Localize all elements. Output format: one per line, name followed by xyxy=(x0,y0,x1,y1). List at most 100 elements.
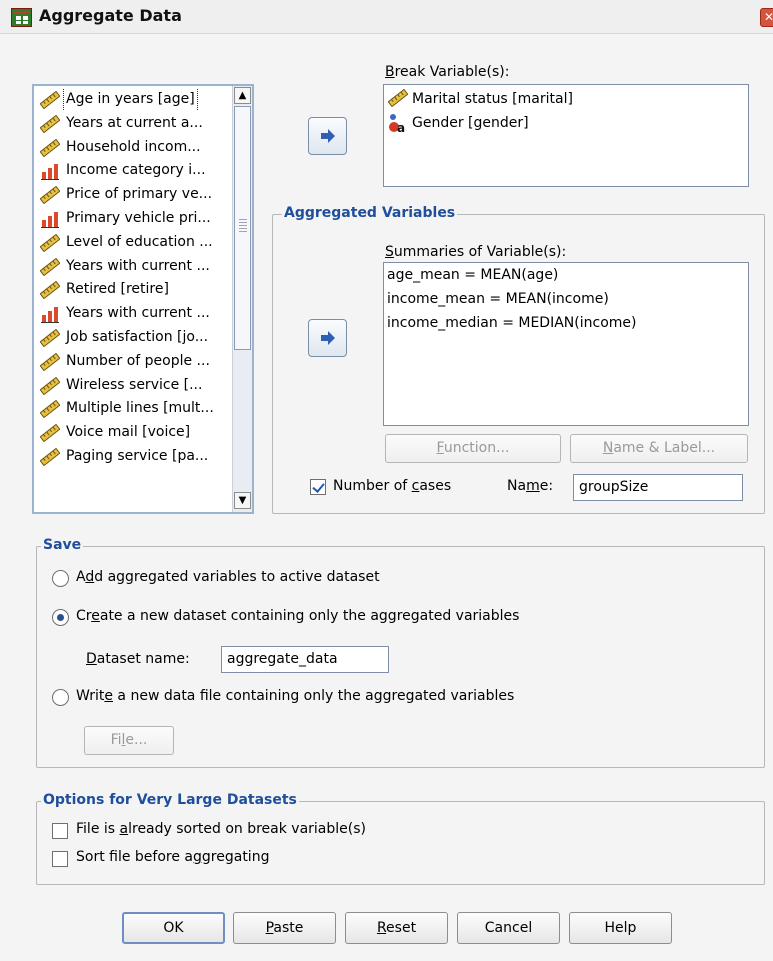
source-variable-item[interactable]: Multiple lines [mult... xyxy=(36,397,232,420)
already-sorted-checkbox[interactable] xyxy=(52,823,68,839)
name-label: Name: xyxy=(507,478,554,494)
create-new-dataset-radio[interactable] xyxy=(52,609,69,626)
scale-ruler-icon xyxy=(39,328,61,348)
break-variable-label: Gender [gender] xyxy=(412,115,529,131)
scale-ruler-icon xyxy=(39,447,61,467)
source-variable-item[interactable]: Years with current ... xyxy=(36,302,232,325)
source-variable-item[interactable]: Age in years [age] xyxy=(36,88,232,111)
sort-before-aggregating-label: Sort file before aggregating xyxy=(76,849,270,865)
aggregated-variables-title: Aggregated Variables xyxy=(282,205,458,221)
source-variable-item[interactable]: Household incom... xyxy=(36,136,232,159)
save-title: Save xyxy=(41,537,84,553)
large-datasets-title: Options for Very Large Datasets xyxy=(41,792,299,808)
source-variable-item[interactable]: Number of people ... xyxy=(36,350,232,373)
source-variable-label: Level of education ... xyxy=(66,233,213,250)
ordinal-bars-icon xyxy=(41,210,59,228)
source-variable-label: Voice mail [voice] xyxy=(66,424,191,441)
arrow-right-icon xyxy=(321,129,335,143)
source-variable-item[interactable]: Primary vehicle pri... xyxy=(36,207,232,230)
scroll-down-button[interactable]: ▼ xyxy=(234,492,251,509)
ordinal-bars-icon xyxy=(41,162,59,181)
summaries-list[interactable]: age_mean = MEAN(age) income_mean = MEAN(i… xyxy=(383,262,749,426)
source-variable-list[interactable]: Paging service [pa... Voice mail [voice] M… xyxy=(32,84,254,514)
source-variable-label: Job satisfaction [jo... xyxy=(66,329,209,345)
source-variable-item[interactable]: Job satisfaction [jo... xyxy=(36,326,232,349)
close-button[interactable]: ✕ xyxy=(760,8,773,27)
scale-ruler-icon xyxy=(39,185,61,205)
scale-ruler-icon xyxy=(39,233,61,253)
paste-button[interactable]: Paste xyxy=(233,912,336,944)
scale-ruler-icon xyxy=(39,90,61,110)
spss-app-icon xyxy=(11,8,32,27)
source-variable-label: Age in years [age] xyxy=(63,88,198,111)
source-variable-label: Income category i... xyxy=(66,162,206,179)
ok-button[interactable]: OK xyxy=(122,912,225,944)
break-variable-item[interactable]: Marital status [marital] xyxy=(386,88,736,111)
summary-item[interactable]: age_mean = MEAN(age) xyxy=(387,267,558,283)
name-and-label-button[interactable]: Name & Label... xyxy=(570,434,748,463)
scroll-thumb[interactable] xyxy=(234,106,251,350)
source-variable-label: Wireless service [... xyxy=(66,376,203,393)
move-to-summaries-button[interactable] xyxy=(308,319,347,357)
scale-ruler-icon xyxy=(39,138,61,157)
source-variable-item[interactable]: Level of education ... xyxy=(36,231,232,254)
source-variable-item[interactable]: Wireless service [... xyxy=(36,374,232,397)
summaries-label: Summaries of Variable(s): xyxy=(385,244,567,260)
number-of-cases-checkbox[interactable] xyxy=(310,479,326,495)
large-datasets-group xyxy=(36,801,765,885)
move-to-break-button[interactable] xyxy=(308,117,347,155)
nominal-gender-icon: a xyxy=(388,113,408,137)
source-variable-label: Multiple lines [mult... xyxy=(66,400,214,417)
scale-ruler-icon xyxy=(39,423,61,443)
scale-ruler-icon xyxy=(387,88,409,111)
scale-ruler-icon xyxy=(39,376,61,395)
dataset-name-field[interactable]: aggregate_data xyxy=(221,646,389,673)
write-new-data-file-radio[interactable] xyxy=(52,689,69,706)
source-variable-label: Price of primary ve... xyxy=(66,186,213,203)
arrow-right-icon xyxy=(321,331,335,345)
scale-ruler-icon xyxy=(39,114,61,134)
source-variable-item[interactable]: Income category i... xyxy=(36,159,232,182)
dataset-name-label: Dataset name: xyxy=(86,651,190,667)
ordinal-bars-icon xyxy=(41,305,59,324)
summary-item[interactable]: income_median = MEDIAN(income) xyxy=(387,315,636,331)
cases-name-field[interactable]: groupSize xyxy=(573,474,743,501)
svg-text:a: a xyxy=(397,121,405,133)
source-variable-label: Paging service [pa... xyxy=(66,448,209,464)
add-to-active-dataset-radio[interactable] xyxy=(52,570,69,587)
function-button[interactable]: Function... xyxy=(385,434,561,463)
source-variable-item[interactable]: Voice mail [voice] xyxy=(36,421,232,444)
source-variable-label: Years with current ... xyxy=(66,305,210,322)
break-variable-label: Marital status [marital] xyxy=(412,91,573,107)
reset-button[interactable]: Reset xyxy=(345,912,448,944)
add-to-active-dataset-label: Add aggregated variables to active datas… xyxy=(76,569,380,585)
break-variables-label: Break Variable(s): xyxy=(385,64,510,80)
source-variable-item[interactable]: Years at current a... xyxy=(36,112,232,135)
window-title: Aggregate Data xyxy=(39,6,182,25)
cancel-button[interactable]: Cancel xyxy=(457,912,560,944)
file-button[interactable]: File... xyxy=(84,726,174,755)
source-variable-label: Years with current ... xyxy=(66,257,210,274)
scale-ruler-icon xyxy=(39,400,61,419)
source-list-scrollbar[interactable]: ▲ ▼ xyxy=(232,86,252,512)
title-bar: Aggregate Data ✕ xyxy=(0,0,773,34)
source-variable-item[interactable]: Price of primary ve... xyxy=(36,183,232,206)
source-variable-item[interactable]: Years with current ... xyxy=(36,255,232,278)
summary-item[interactable]: income_mean = MEAN(income) xyxy=(387,291,609,307)
sort-before-aggregating-checkbox[interactable] xyxy=(52,851,68,867)
source-variable-label: Years at current a... xyxy=(66,114,203,131)
scale-ruler-icon xyxy=(39,352,61,372)
source-variable-item[interactable]: Paging service [pa... xyxy=(36,445,232,468)
source-variable-item[interactable]: Retired [retire] xyxy=(36,278,232,301)
source-variable-label: Primary vehicle pri... xyxy=(66,210,211,226)
create-new-dataset-label: Create a new dataset containing only the… xyxy=(76,608,520,624)
scale-ruler-icon xyxy=(39,257,61,276)
source-variable-label: Number of people ... xyxy=(66,352,210,369)
source-variable-label: Retired [retire] xyxy=(66,281,169,298)
help-button[interactable]: Help xyxy=(569,912,672,944)
break-variable-item[interactable]: a Gender [gender] xyxy=(386,113,736,135)
scroll-up-button[interactable]: ▲ xyxy=(234,87,251,104)
scale-ruler-icon xyxy=(39,281,61,300)
source-variable-label: Household incom... xyxy=(66,138,201,155)
break-variables-list[interactable]: Marital status [marital] a Gender [gender] xyxy=(383,84,749,187)
